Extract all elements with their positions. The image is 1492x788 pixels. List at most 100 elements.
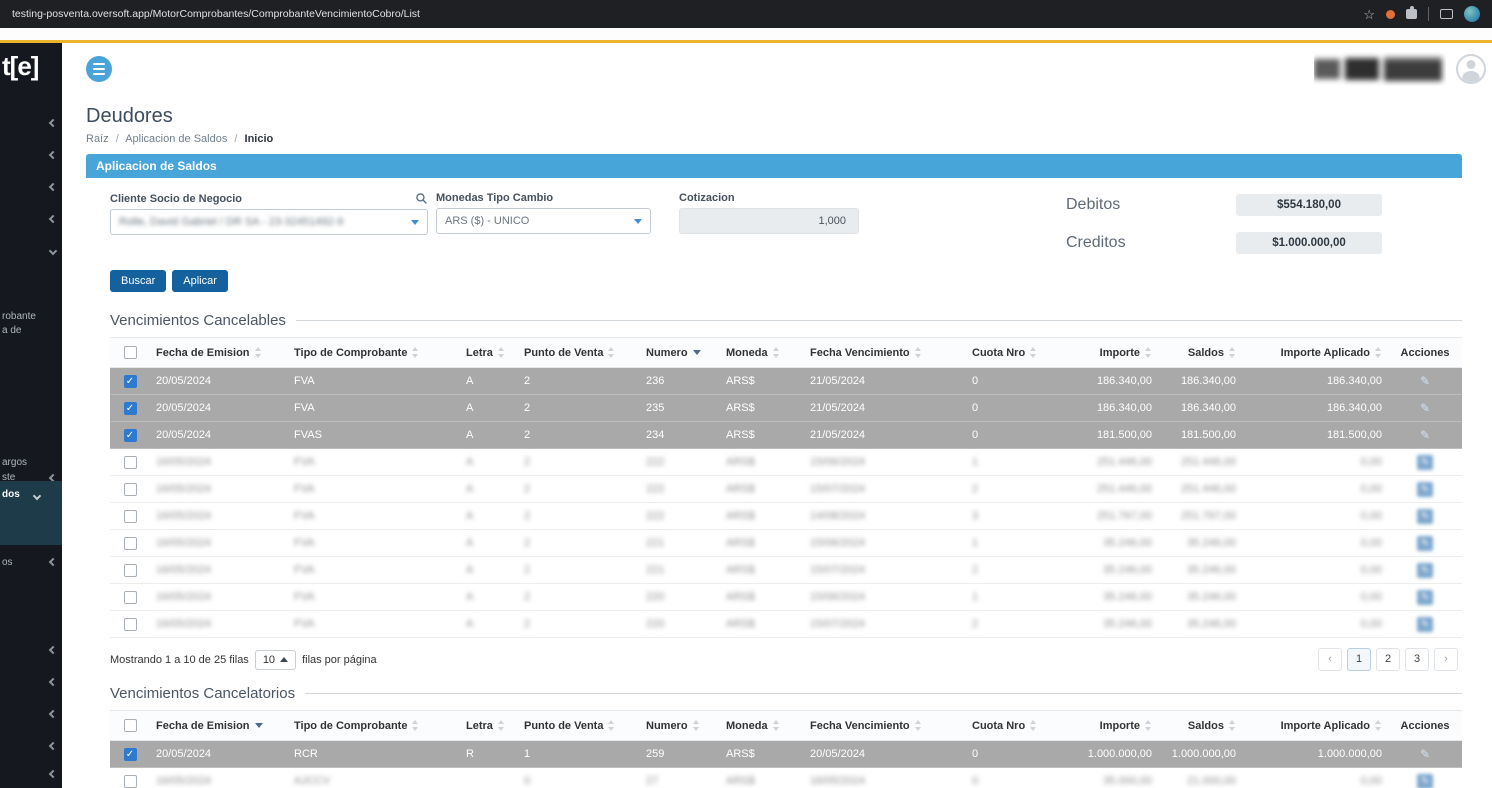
cotizacion-input[interactable]: 1,000 [679,208,859,234]
table-row[interactable]: 16/05/2024 AJCCV 0 27 ARS$ 16/05/2024 0 35.000,… [110,767,1462,788]
select-all-checkbox[interactable] [123,719,137,732]
column-header[interactable]: Moneda [720,337,804,368]
table-row[interactable]: ✓ 20/05/2024 FVAS A 2 234 ARS$ 21/05/2024 0 181.5… [110,421,1462,449]
sort-icon[interactable] [497,347,505,359]
column-header[interactable]: Numero [640,337,720,368]
search-icon[interactable] [415,192,428,205]
edit-icon[interactable]: ✎ [1417,773,1433,788]
monedas-select[interactable]: ARS ($) - UNICO [436,208,651,234]
edit-icon[interactable]: ✎ [1417,508,1433,524]
chevron-left-icon[interactable] [48,645,58,655]
row-checkbox[interactable] [123,509,137,523]
sort-icon[interactable] [1030,720,1037,732]
column-header[interactable]: Importe Aplicado [1242,710,1388,741]
rows-per-page-select[interactable]: 10 [254,649,297,670]
sort-icon[interactable] [412,720,419,732]
column-header[interactable]: Tipo de Comprobante [288,710,460,741]
table-row[interactable]: 16/05/2024 FVA A 2 222 ARS$ 15/07/2024 2 251.446… [110,475,1462,503]
buscar-button[interactable]: Buscar [110,270,167,292]
chevron-left-icon[interactable] [48,214,58,224]
sidebar-toggle-button[interactable] [86,56,112,82]
chevron-left-icon[interactable] [48,150,58,160]
sort-icon[interactable] [692,350,701,356]
row-checkbox[interactable] [123,617,137,631]
pagination-prev[interactable]: ‹ [1318,648,1342,671]
sort-icon[interactable] [1145,720,1152,732]
row-checkbox[interactable]: ✓ [123,428,137,442]
column-header[interactable]: Numero [640,710,720,741]
sort-icon[interactable] [412,347,419,359]
table-row[interactable]: 16/05/2024 FVA A 2 222 ARS$ 14/08/2024 3 251.767… [110,502,1462,530]
table-row[interactable]: ✓ 20/05/2024 RCR R 1 259 ARS$ 20/05/2024 0 1.000.… [110,740,1462,768]
column-header[interactable]: Punto de Venta [518,337,640,368]
sort-icon[interactable] [772,347,780,359]
table-row[interactable]: 16/05/2024 FVA A 2 220 ARS$ 15/07/2024 2 35.246,… [110,610,1462,638]
column-header[interactable]: Importe Aplicado [1242,337,1388,368]
sort-icon[interactable] [1375,720,1382,732]
edit-icon[interactable]: ✎ [1417,428,1433,443]
edit-icon[interactable]: ✎ [1417,374,1433,389]
edit-icon[interactable]: ✎ [1417,589,1433,605]
chevron-left-icon[interactable] [48,709,58,719]
column-header[interactable]: Tipo de Comprobante [288,337,460,368]
sort-icon[interactable] [254,347,262,359]
sort-icon[interactable] [497,720,505,732]
bookmark-star-icon[interactable]: ☆ [1363,8,1375,21]
edit-icon[interactable]: ✎ [1417,535,1433,551]
column-header[interactable]: Moneda [720,710,804,741]
row-checkbox[interactable] [123,455,137,469]
aplicar-button[interactable]: Aplicar [172,270,228,292]
column-header[interactable]: Fecha Vencimiento [804,337,966,368]
column-header[interactable]: Cuota Nro [966,710,1066,741]
edit-icon[interactable]: ✎ [1417,401,1433,416]
sort-icon[interactable] [1229,720,1236,732]
table-row[interactable]: 16/05/2024 FVA A 2 221 ARS$ 15/06/2024 1 35.246,… [110,529,1462,557]
extensions-puzzle-icon[interactable] [1406,6,1417,19]
sort-icon[interactable] [608,347,615,359]
column-header[interactable]: Fecha Vencimiento [804,710,966,741]
chevron-left-icon[interactable] [48,741,58,751]
row-checkbox[interactable]: ✓ [123,747,137,761]
column-header[interactable]: Acciones [1388,337,1462,368]
column-header[interactable]: Letra [460,710,518,741]
pagination-page-3[interactable]: 3 [1405,648,1429,671]
cliente-select[interactable]: Rolle, David Gabriel / DR SA - 23-324514… [110,209,428,235]
chevron-left-icon[interactable] [48,769,58,779]
edit-icon[interactable]: ✎ [1417,616,1433,632]
browser-panel-icon[interactable] [1440,9,1453,19]
breadcrumb-root[interactable]: Raíz [86,133,109,145]
sidebar-item-label[interactable]: a de [2,325,21,336]
table-row[interactable]: 16/05/2024 FVA A 2 221 ARS$ 15/07/2024 2 35.246,… [110,556,1462,584]
edit-icon[interactable]: ✎ [1417,481,1433,497]
sidebar-item-label[interactable]: os [2,557,13,568]
sidebar-item-label-active[interactable]: dos [2,489,20,500]
table-row[interactable]: ✓ 20/05/2024 FVA A 2 236 ARS$ 21/05/2024 0 186.34… [110,367,1462,395]
breadcrumb-section[interactable]: Aplicacion de Saldos [125,133,227,145]
pagination-page-2[interactable]: 2 [1376,648,1400,671]
column-header[interactable]: Acciones [1388,710,1462,741]
row-checkbox[interactable]: ✓ [123,374,137,388]
user-avatar[interactable] [1456,54,1486,84]
edit-icon[interactable]: ✎ [1417,454,1433,470]
pagination-next[interactable]: › [1434,648,1458,671]
chevron-left-icon[interactable] [48,118,58,128]
sort-icon[interactable] [1229,347,1236,359]
chevron-down-icon[interactable] [48,246,58,256]
pagination-page-1[interactable]: 1 [1347,648,1371,671]
column-header[interactable]: Letra [460,337,518,368]
sort-icon[interactable] [772,720,780,732]
column-header[interactable]: Saldos [1158,337,1242,368]
column-header[interactable]: Saldos [1158,710,1242,741]
sort-icon[interactable] [608,720,615,732]
row-checkbox[interactable] [123,774,137,788]
row-checkbox[interactable] [123,590,137,604]
row-checkbox[interactable] [123,482,137,496]
table-row[interactable]: 16/05/2024 FVA A 2 222 ARS$ 15/06/2024 1 251.446… [110,448,1462,476]
sort-icon[interactable] [254,723,263,729]
table-row[interactable]: ✓ 20/05/2024 FVA A 2 235 ARS$ 21/05/2024 0 186.34… [110,394,1462,422]
column-header[interactable]: Cuota Nro [966,337,1066,368]
edit-icon[interactable]: ✎ [1417,562,1433,578]
sort-icon[interactable] [914,720,922,732]
sidebar-item-label[interactable]: argos [2,457,27,468]
table-row[interactable]: 16/05/2024 FVA A 2 220 ARS$ 15/06/2024 1 35.246,… [110,583,1462,611]
